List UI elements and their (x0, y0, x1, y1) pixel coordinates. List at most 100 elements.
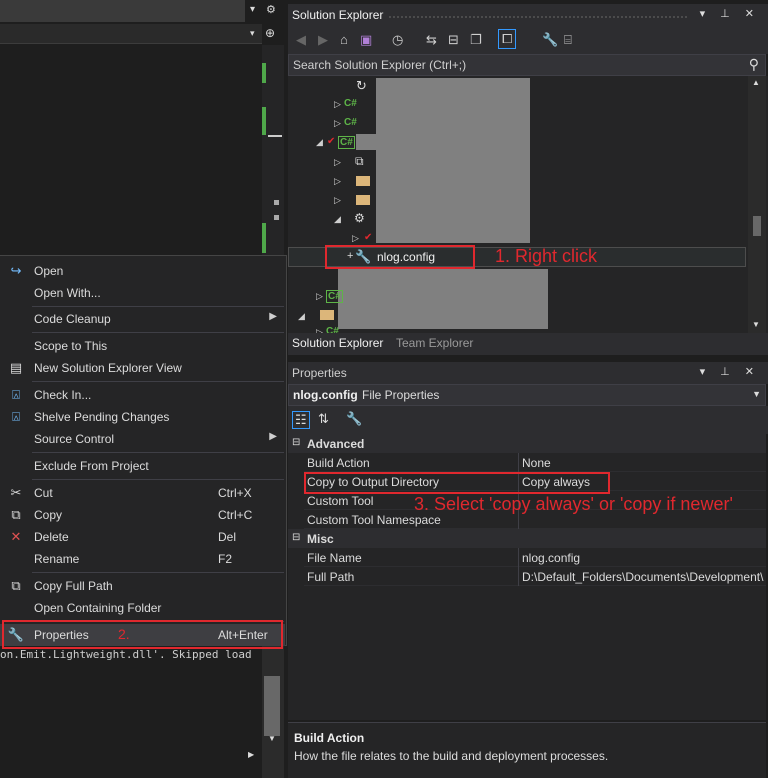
dropdown-arrow-icon[interactable]: ▾ (250, 28, 255, 39)
gear-icon[interactable]: ⚙ (266, 3, 276, 16)
menu-item-open-with[interactable]: Open With... (0, 282, 285, 304)
output-line: on.Emit.Lightweight.dll'. Skipped load (0, 648, 252, 661)
solution-tree[interactable]: ↻ ▷ C# ▷ C# ◢ ✔ C# ▷ ⧉ ▷ ▷ ◢ ⚙ ▷ ✔ + 🔧 n… (288, 76, 768, 337)
editor-navigation-bar[interactable] (0, 24, 262, 44)
check-icon: ✔ (364, 232, 373, 243)
code-editor[interactable] (0, 45, 262, 255)
csharp-project-icon: C# (326, 290, 343, 303)
solution-explorer-search[interactable]: Search Solution Explorer (Ctrl+;) ⚲ (288, 54, 766, 76)
csharp-project-icon: C# (344, 98, 357, 109)
context-menu: ↪ Open Open With... Code Cleanup ▶ Scope… (0, 255, 287, 649)
category-advanced[interactable]: ⊟ Advanced (288, 434, 766, 453)
menu-item-scope-to-this[interactable]: Scope to This (0, 335, 285, 357)
expand-icon[interactable]: ▷ (334, 118, 341, 129)
expand-icon[interactable]: ▷ (316, 291, 323, 302)
redacted-area (376, 78, 530, 243)
menu-item-copy[interactable]: ⧉ Copy Ctrl+C (0, 504, 285, 526)
annotation-step-2: 2. (118, 626, 130, 642)
switch-views-icon[interactable]: ▣ (360, 32, 372, 48)
chevron-down-icon[interactable]: ▼ (752, 389, 761, 399)
collapse-all-icon[interactable]: ⊟ (448, 32, 459, 48)
menu-item-new-view[interactable]: ▤ New Solution Explorer View (0, 357, 285, 379)
collapse-icon[interactable]: ⊟ (292, 437, 300, 448)
editor-tab-bar (0, 0, 245, 22)
show-all-files-icon[interactable]: ❐ (470, 32, 482, 48)
menu-item-exclude[interactable]: Exclude From Project (0, 455, 285, 477)
property-grid: ⊟ Advanced Build Action None Copy to Out… (288, 434, 766, 720)
check-in-icon: ⍓ (12, 387, 20, 402)
home-icon[interactable]: ⌂ (340, 32, 348, 47)
category-misc[interactable]: ⊟ Misc (288, 529, 766, 548)
output-scrollbar[interactable] (262, 646, 284, 778)
menu-item-source-control[interactable]: Source Control ▶ (0, 428, 285, 450)
collapse-icon[interactable]: ◢ (316, 137, 323, 148)
property-pages-icon[interactable]: 🔧 (346, 411, 362, 427)
property-row-file-name[interactable]: File Name nlog.config (304, 548, 766, 567)
editor-scrollbar[interactable] (262, 45, 284, 255)
window-buttons[interactable]: ▾ ⊥ ✕ (700, 7, 760, 20)
expand-icon[interactable]: ▷ (334, 195, 341, 206)
back-icon[interactable]: ◀ (296, 32, 306, 48)
shelve-icon: ⍓ (12, 409, 20, 424)
solution-explorer-title: Solution Explorer (292, 8, 384, 22)
menu-item-cut[interactable]: ✂ Cut Ctrl+X (0, 482, 285, 504)
check-icon: ✔ (327, 136, 336, 147)
properties-wrench-icon[interactable]: 🔧 (542, 32, 558, 48)
annotation-step-3: 3. Select 'copy always' or 'copy if newe… (414, 494, 733, 514)
expand-icon[interactable]: ▷ (334, 99, 341, 110)
scroll-down-icon[interactable]: ▼ (752, 320, 760, 329)
collapse-icon[interactable]: ⊟ (292, 532, 300, 543)
preview-icon[interactable]: ⌸ (564, 32, 572, 48)
pending-changes-icon[interactable]: ◷ (392, 32, 403, 48)
collapse-icon[interactable]: ◢ (298, 311, 305, 322)
expand-icon[interactable]: ▷ (334, 157, 341, 168)
properties-toolbar: ☷ ⇅ 🔧 (288, 406, 768, 434)
property-row-full-path[interactable]: Full Path D:\Default_Folders\Documents\D… (304, 567, 766, 586)
right-click-highlight (325, 245, 475, 269)
menu-item-shelve[interactable]: ⍓ Shelve Pending Changes (0, 406, 285, 428)
copy-option-highlight (304, 472, 610, 494)
folder-icon (356, 195, 370, 205)
folder-icon (356, 176, 370, 186)
tree-scrollbar[interactable]: ▲ ▼ (748, 76, 766, 333)
menu-item-open[interactable]: ↪ Open (0, 260, 285, 282)
split-icon[interactable]: ⊕ (265, 26, 275, 40)
new-view-icon: ▤ (9, 360, 23, 375)
properties-highlight (2, 620, 283, 649)
property-row-build-action[interactable]: Build Action None (304, 453, 766, 472)
menu-item-rename[interactable]: Rename F2 (0, 548, 285, 570)
menu-item-delete[interactable]: ✕ Delete Del (0, 526, 285, 548)
expand-icon[interactable]: ▷ (352, 233, 359, 244)
collapse-icon[interactable]: ◢ (334, 214, 341, 225)
categorized-icon[interactable]: ☷ (292, 411, 310, 429)
config-file-icon: ⚙ (354, 211, 365, 225)
chevron-down-icon[interactable]: ▾ (250, 4, 255, 15)
forward-icon[interactable]: ▶ (318, 32, 328, 48)
tab-team-explorer[interactable]: Team Explorer (396, 336, 473, 350)
expand-icon[interactable]: ▷ (334, 176, 341, 187)
window-buttons[interactable]: ▾ ⊥ ✕ (700, 365, 760, 378)
menu-item-copy-full-path[interactable]: ⧉ Copy Full Path (0, 575, 285, 597)
csharp-project-icon: C# (344, 117, 357, 128)
menu-item-code-cleanup[interactable]: Code Cleanup ▶ (0, 308, 285, 330)
scroll-right-icon[interactable]: ▶ (248, 750, 254, 759)
sync-icon[interactable]: ⇆ (426, 32, 437, 48)
menu-item-check-in[interactable]: ⍓ Check In... (0, 384, 285, 406)
explorer-tabs: Solution Explorer Team Explorer (288, 333, 768, 355)
output-window[interactable]: on.Emit.Lightweight.dll'. Skipped load ▼… (0, 646, 284, 778)
tab-solution-explorer[interactable]: Solution Explorer (292, 336, 383, 350)
redacted-area (338, 269, 548, 329)
csharp-project-icon: C# (338, 136, 355, 149)
properties-object-selector[interactable]: nlog.config File Properties ▼ (288, 384, 766, 406)
search-icon[interactable]: ⚲ (749, 56, 759, 73)
preview-selected-icon[interactable]: ⧠ (498, 29, 517, 49)
cut-icon: ✂ (10, 485, 22, 500)
properties-title-bar: Properties ▾ ⊥ ✕ (288, 362, 768, 384)
submenu-arrow-icon: ▶ (269, 311, 277, 322)
solution-explorer-toolbar: ◀ ▶ ⌂ ▣ ◷ ⇆ ⊟ ❐ ⧠ 🔧 ⌸ (288, 26, 768, 54)
scroll-up-icon[interactable]: ▲ (752, 78, 760, 87)
scroll-down-icon[interactable]: ▼ (268, 734, 276, 743)
menu-item-open-folder[interactable]: Open Containing Folder (0, 597, 285, 619)
alphabetical-icon[interactable]: ⇅ (318, 411, 329, 427)
copy-icon: ⧉ (11, 507, 21, 522)
